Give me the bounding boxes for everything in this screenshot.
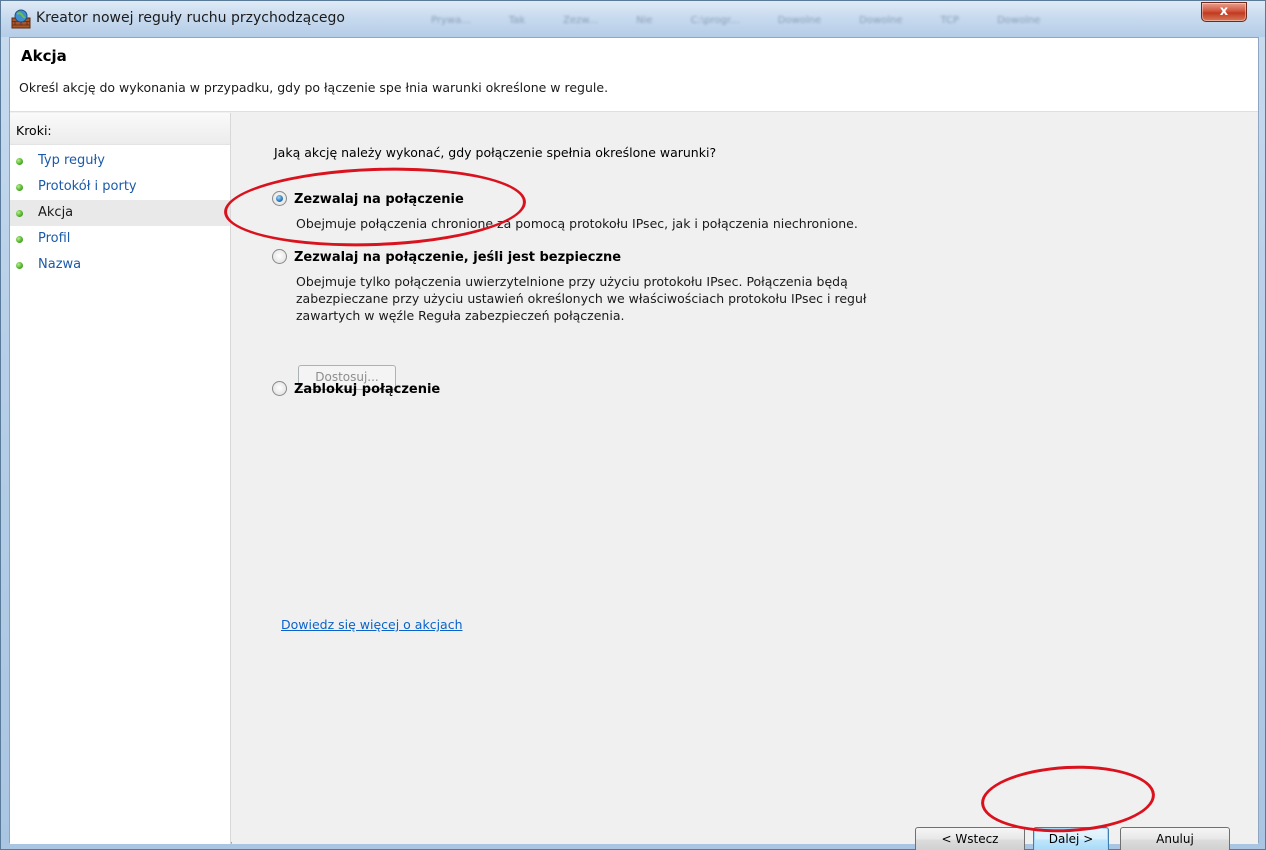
steps-panel: Kroki: Typ reguły Protokół i porty Akcja… [10,113,231,844]
step-label: Akcja [38,205,74,220]
block-connection-radio[interactable] [272,381,287,396]
bg-col: Tak [508,15,526,26]
allow-if-secure-description-line: Obejmuje tylko połączenia uwierzytelnion… [296,274,848,289]
steps-heading: Kroki: [10,113,230,145]
wizard-client-area: Akcja Określ akcję do wykonania w przypa… [9,37,1259,850]
step-item-action[interactable]: Akcja [10,200,230,226]
block-connection-label[interactable]: Zablokuj połączenie [294,382,440,397]
background-window-columns: Prywa... Tak Zezw... Nie C:\progr... Dow… [431,15,1175,26]
allow-if-secure-label[interactable]: Zezwalaj na połączenie, jeśli jest bezpi… [294,250,621,265]
wizard-header: Akcja Określ akcję do wykonania w przypa… [10,38,1258,112]
step-status-dot-icon [16,158,23,165]
bg-col: C:\progr... [690,15,740,26]
wizard-window: Prywa... Tak Zezw... Nie C:\progr... Dow… [0,0,1266,850]
firewall-icon [11,9,31,29]
step-item-profile[interactable]: Profil [10,226,230,252]
action-question: Jaką akcję należy wykonać, gdy połączeni… [274,145,717,160]
learn-more-link[interactable]: Dowiedz się więcej o akcjach [281,617,463,632]
page-title: Akcja [21,47,67,65]
bg-col: TCP [940,15,960,26]
back-button[interactable]: < Wstecz [915,827,1025,850]
bg-col: Dowolne [997,15,1041,26]
allow-connection-radio[interactable] [272,191,287,206]
title-bar[interactable]: Prywa... Tak Zezw... Nie C:\progr... Dow… [1,1,1265,37]
allow-if-secure-description-line: zabezpieczane przy użyciu ustawień okreś… [296,291,867,306]
next-button[interactable]: Dalej > [1033,827,1109,850]
bg-col: Dowolne [777,15,822,26]
step-item-name[interactable]: Nazwa [10,252,230,278]
close-icon: x [1219,4,1229,19]
allow-connection-description: Obejmuje połączenia chronione za pomocą … [296,216,858,231]
allow-if-secure-description-line: zawartych w węźle Reguła zabezpieczeń po… [296,308,625,323]
action-content: Jaką akcję należy wykonać, gdy połączeni… [232,113,1258,850]
window-title: Kreator nowej reguły ruchu przychodząceg… [36,10,345,26]
step-label: Nazwa [38,257,82,272]
step-status-dot-icon [16,184,23,191]
bg-col: Dowolne [859,15,903,26]
step-label: Profil [38,231,71,246]
step-item-protocol-ports[interactable]: Protokół i porty [10,174,230,200]
step-label: Typ reguły [38,153,105,168]
step-label: Protokół i porty [38,179,137,194]
step-item-rule-type[interactable]: Typ reguły [10,148,230,174]
allow-if-secure-radio[interactable] [272,249,287,264]
cancel-button[interactable]: Anuluj [1120,827,1230,850]
bg-col: Nie [636,15,653,26]
bg-col: Zezw... [563,15,599,26]
bg-col: Prywa... [431,15,471,26]
step-status-dot-icon [16,262,23,269]
step-status-dot-icon [16,210,23,217]
step-status-dot-icon [16,236,23,243]
close-button[interactable]: x [1201,2,1247,22]
page-description: Określ akcję do wykonania w przypadku, g… [19,80,609,95]
allow-connection-label[interactable]: Zezwalaj na połączenie [294,192,464,207]
